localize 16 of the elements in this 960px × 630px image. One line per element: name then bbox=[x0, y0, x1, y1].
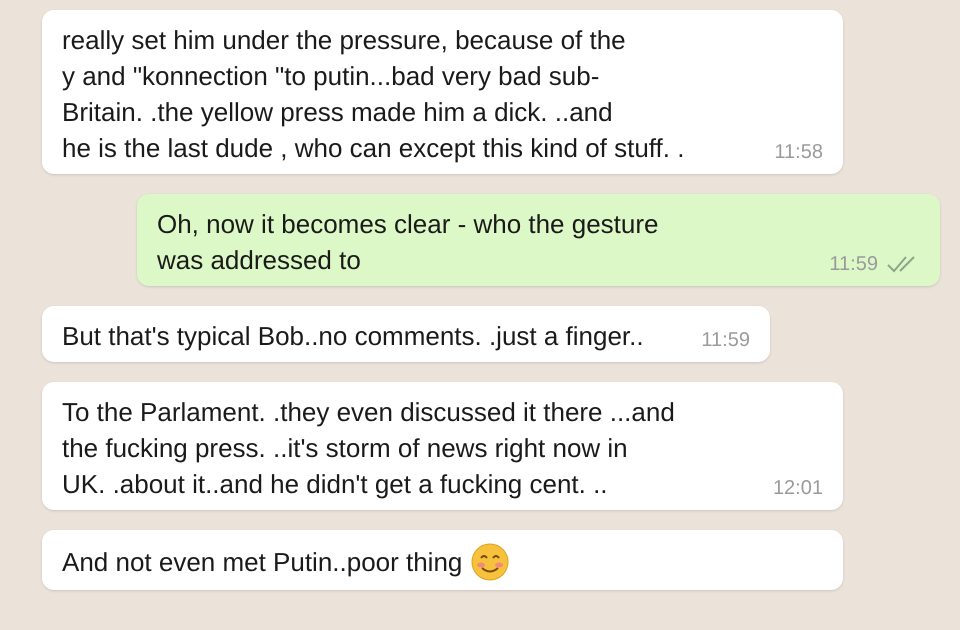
message-text-line: the fucking press. ..it's storm of news right now in bbox=[62, 432, 629, 465]
message-text-line: Britain. .the yellow press made him a dick. ..and bbox=[62, 96, 614, 129]
message-text-line: UK. .about it..and he didn't get a fucking cent. .. bbox=[62, 468, 608, 501]
message-text-line: really set him under the pressure, because of the bbox=[62, 24, 627, 57]
message-time: 11:58 bbox=[774, 140, 823, 165]
message-text-line: To the Parlament. .they even discussed it there ...and bbox=[62, 396, 676, 429]
message-text-line: y and "konnection "to putin...bad very bad sub- bbox=[62, 60, 600, 93]
message-text-line: And not even met Putin..poor thing bbox=[62, 546, 462, 579]
message-time: 12:01 bbox=[772, 476, 823, 501]
message-text-line: he is the last dude , who can except this kind of stuff. . bbox=[62, 132, 684, 165]
message-time: 11:59 bbox=[829, 252, 878, 277]
message-text-line: Oh, now it becomes clear - who the gesture bbox=[157, 208, 660, 241]
message-text-line: But that's typical Bob..no comments. .just a finger.. bbox=[62, 320, 644, 353]
message-text-line: was addressed to bbox=[157, 244, 361, 277]
smiling-face-icon bbox=[470, 542, 510, 582]
message-time: 11:59 bbox=[701, 328, 750, 353]
